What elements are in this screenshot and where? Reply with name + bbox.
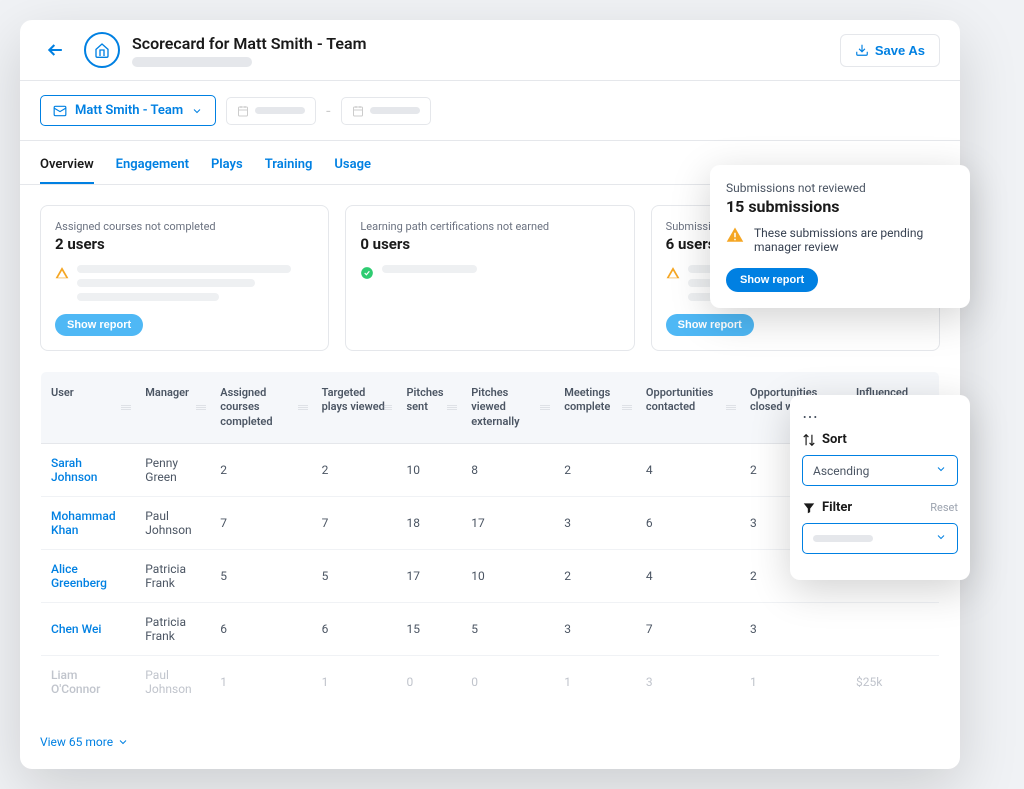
popout-sort-filter: ⋯ Sort Ascending Filter Reset xyxy=(790,395,970,580)
cell-user[interactable]: Sarah Johnson xyxy=(41,443,136,496)
controls-row: Matt Smith - Team - xyxy=(20,81,960,141)
col-assigned-courses[interactable]: Assigned courses completed xyxy=(210,372,311,444)
date-end[interactable] xyxy=(341,97,431,125)
cell: 10 xyxy=(396,443,461,496)
tab-usage[interactable]: Usage xyxy=(334,157,371,184)
cell: 5 xyxy=(312,549,397,602)
more-icon[interactable]: ⋯ xyxy=(802,407,958,426)
date-divider: - xyxy=(326,101,330,120)
tab-engagement[interactable]: Engagement xyxy=(116,157,189,184)
sort-icon xyxy=(802,433,816,447)
cell: 7 xyxy=(312,496,397,549)
cell: 7 xyxy=(636,602,740,655)
cell xyxy=(846,602,939,655)
cell: 0 xyxy=(461,655,554,708)
warning-icon xyxy=(666,265,680,284)
cell-manager: Patricia Frank xyxy=(135,602,210,655)
date-start[interactable] xyxy=(226,97,316,125)
col-meetings[interactable]: Meetings complete xyxy=(554,372,636,444)
filter-dropdown[interactable] xyxy=(802,523,958,554)
col-pitches-sent[interactable]: Pitches sent xyxy=(396,372,461,444)
back-button[interactable] xyxy=(40,34,72,66)
cell: 2 xyxy=(554,443,636,496)
cell: 6 xyxy=(210,602,311,655)
team-selector[interactable]: Matt Smith - Team xyxy=(40,95,216,126)
chevron-down-icon xyxy=(935,531,947,546)
cell: 6 xyxy=(636,496,740,549)
chevron-down-icon xyxy=(935,463,947,478)
cell-manager: Paul Johnson xyxy=(135,496,210,549)
card-assigned-courses: Assigned courses not completed 2 users S… xyxy=(40,205,329,351)
cell: 1 xyxy=(740,655,846,708)
cell-manager: Penny Green xyxy=(135,443,210,496)
save-as-button[interactable]: Save As xyxy=(840,34,940,67)
topbar: Scorecard for Matt Smith - Team Save As xyxy=(20,20,960,81)
cell: 3 xyxy=(554,496,636,549)
cell: 2 xyxy=(554,549,636,602)
cell-user[interactable]: Liam O'Connor xyxy=(41,655,136,708)
cell: 17 xyxy=(461,496,554,549)
check-icon xyxy=(360,265,374,284)
table-row[interactable]: Liam O'Connor Paul Johnson 1 1 0 0 1 3 1… xyxy=(41,655,940,708)
show-report-button[interactable]: Show report xyxy=(666,314,754,336)
table-row[interactable]: Chen Wei Patricia Frank 6 6 15 5 3 7 3 xyxy=(41,602,940,655)
show-report-button[interactable]: Show report xyxy=(55,314,143,336)
cell: 4 xyxy=(636,549,740,602)
page-title: Scorecard for Matt Smith - Team xyxy=(132,34,366,53)
cell: 6 xyxy=(312,602,397,655)
cell: $25k xyxy=(846,655,939,708)
col-targeted-plays[interactable]: Targeted plays viewed xyxy=(312,372,397,444)
view-more-link[interactable]: View 65 more xyxy=(20,725,960,769)
cell: 7 xyxy=(210,496,311,549)
sort-dropdown[interactable]: Ascending xyxy=(802,455,958,486)
cell: 2 xyxy=(210,443,311,496)
cell: 5 xyxy=(461,602,554,655)
cell-user[interactable]: Mohammad Khan xyxy=(41,496,136,549)
cell: 3 xyxy=(636,655,740,708)
tab-training[interactable]: Training xyxy=(265,157,313,184)
cell: 3 xyxy=(740,602,846,655)
col-pitches-viewed[interactable]: Pitches viewed externally xyxy=(461,372,554,444)
cell: 8 xyxy=(461,443,554,496)
filter-reset[interactable]: Reset xyxy=(930,501,958,514)
popout-submissions: Submissions not reviewed 15 submissions … xyxy=(710,165,970,308)
cell: 18 xyxy=(396,496,461,549)
col-user[interactable]: User xyxy=(41,372,136,444)
cell: 15 xyxy=(396,602,461,655)
col-opp-contacted[interactable]: Opportunities contacted xyxy=(636,372,740,444)
card-certifications: Learning path certifications not earned … xyxy=(345,205,634,351)
cell: 17 xyxy=(396,549,461,602)
col-manager[interactable]: Manager xyxy=(135,372,210,444)
filter-icon xyxy=(802,501,816,515)
app-window: Scorecard for Matt Smith - Team Save As … xyxy=(20,20,960,769)
warning-icon xyxy=(726,226,744,247)
warning-icon xyxy=(55,265,69,284)
cell-manager: Patricia Frank xyxy=(135,549,210,602)
cell: 1 xyxy=(210,655,311,708)
tab-overview[interactable]: Overview xyxy=(40,157,94,184)
cell: 1 xyxy=(312,655,397,708)
show-report-button[interactable]: Show report xyxy=(726,268,818,292)
cell: 3 xyxy=(554,602,636,655)
home-button[interactable] xyxy=(84,32,120,68)
cell: 1 xyxy=(554,655,636,708)
subtitle-placeholder xyxy=(132,57,252,67)
cell: 10 xyxy=(461,549,554,602)
cell: 5 xyxy=(210,549,311,602)
cell-user[interactable]: Alice Greenberg xyxy=(41,549,136,602)
cell: 4 xyxy=(636,443,740,496)
cell: 0 xyxy=(396,655,461,708)
cell-manager: Paul Johnson xyxy=(135,655,210,708)
cell: 2 xyxy=(312,443,397,496)
tab-plays[interactable]: Plays xyxy=(211,157,243,184)
cell-user[interactable]: Chen Wei xyxy=(41,602,136,655)
